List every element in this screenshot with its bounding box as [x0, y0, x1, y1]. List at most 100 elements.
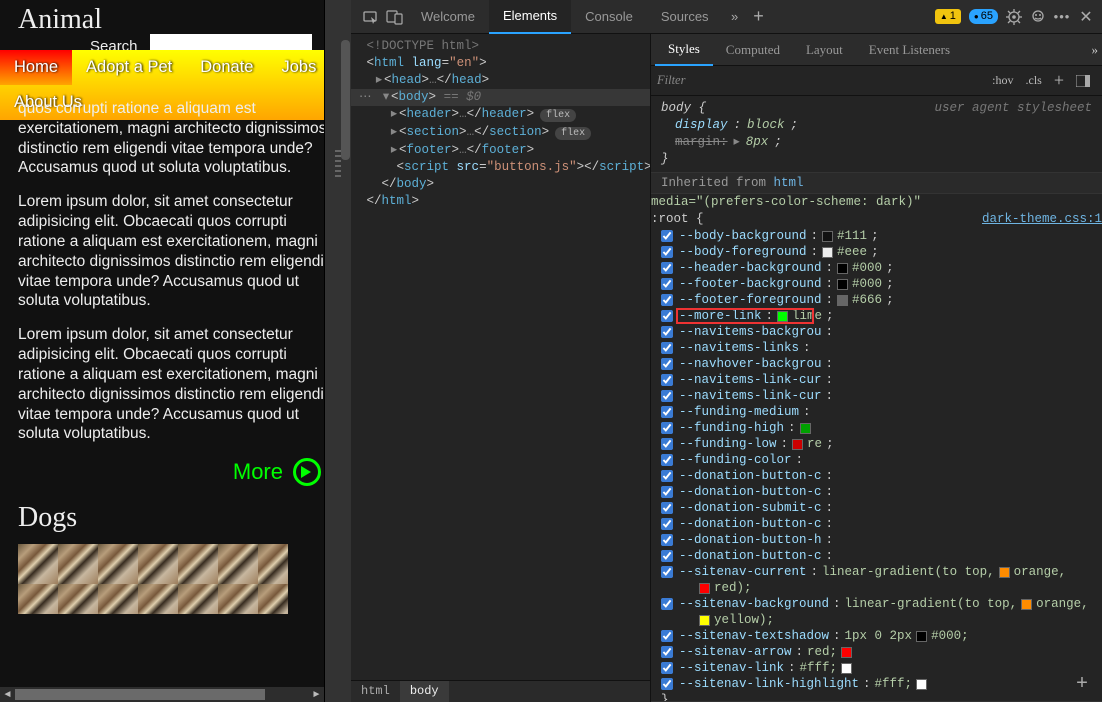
css-declaration[interactable]: --donation-button-h:	[651, 532, 1102, 548]
tab-layout[interactable]: Layout	[793, 34, 856, 66]
toggle-declaration-checkbox[interactable]	[661, 390, 673, 402]
scroll-right-icon[interactable]: ►	[309, 687, 324, 702]
toggle-declaration-checkbox[interactable]	[661, 502, 673, 514]
css-declaration[interactable]: --footer-background: #000;	[651, 276, 1102, 292]
nav-jobs[interactable]: Jobs	[267, 50, 325, 85]
css-declaration[interactable]: --funding-color:	[651, 452, 1102, 468]
toggle-declaration-checkbox[interactable]	[661, 358, 673, 370]
vertical-scrollbar-thumb[interactable]	[341, 40, 350, 160]
nav-donate[interactable]: Donate	[186, 50, 267, 85]
css-declaration[interactable]: --funding-medium:	[651, 404, 1102, 420]
css-declaration[interactable]: --sitenav-link: #fff;	[651, 660, 1102, 676]
root-rule-block[interactable]: media="(prefers-color-scheme: dark)" :ro…	[651, 194, 1102, 702]
css-declaration[interactable]: --donation-button-c:	[651, 516, 1102, 532]
toggle-declaration-checkbox[interactable]	[661, 230, 673, 242]
toggle-declaration-checkbox[interactable]	[661, 374, 673, 386]
toggle-declaration-checkbox[interactable]	[661, 454, 673, 466]
doctype-line[interactable]: <!DOCTYPE html>	[367, 39, 480, 53]
css-declaration[interactable]: --funding-high:	[651, 420, 1102, 436]
toggle-declaration-checkbox[interactable]	[661, 262, 673, 274]
flex-badge[interactable]: flex	[540, 109, 576, 122]
selected-dom-body[interactable]: ⋯ ▾<body> == $0	[351, 89, 650, 106]
toggle-declaration-checkbox[interactable]	[661, 486, 673, 498]
css-declaration[interactable]: --sitenav-background: linear-gradient(to…	[651, 596, 1102, 612]
toggle-declaration-checkbox[interactable]	[661, 342, 673, 354]
css-declaration[interactable]: --navitems-link-cur:	[651, 388, 1102, 404]
nav-adopt[interactable]: Adopt a Pet	[72, 50, 186, 85]
toggle-declaration-checkbox[interactable]	[661, 406, 673, 418]
toggle-declaration-checkbox[interactable]	[661, 678, 673, 690]
cls-toggle[interactable]: .cls	[1020, 73, 1048, 88]
css-declaration[interactable]: yellow);	[651, 612, 1102, 628]
css-declaration[interactable]: --navitems-backgrou:	[651, 324, 1102, 340]
css-declaration[interactable]: --donation-button-c:	[651, 548, 1102, 564]
toggle-declaration-checkbox[interactable]	[661, 630, 673, 642]
tab-computed[interactable]: Computed	[713, 34, 793, 66]
tab-styles[interactable]: Styles	[655, 34, 713, 66]
issues-badge[interactable]: 65	[969, 9, 998, 24]
css-declaration[interactable]: --donation-submit-c:	[651, 500, 1102, 516]
horizontal-scrollbar[interactable]: ◄ ►	[0, 687, 324, 702]
styles-filter-input[interactable]	[657, 73, 986, 88]
toggle-declaration-checkbox[interactable]	[661, 326, 673, 338]
css-declaration[interactable]: --header-background: #000;	[651, 260, 1102, 276]
feedback-icon[interactable]	[1026, 5, 1050, 29]
css-declaration[interactable]: --more-link: lime;	[651, 308, 1102, 324]
menu-icon[interactable]: •••	[1050, 5, 1074, 29]
tab-elements[interactable]: Elements	[489, 0, 571, 34]
tab-welcome[interactable]: Welcome	[407, 0, 489, 34]
more-tabs-icon[interactable]: »	[1092, 42, 1099, 58]
css-declaration[interactable]: --body-background: #111;	[651, 228, 1102, 244]
pane-splitter[interactable]	[325, 0, 351, 702]
toggle-declaration-checkbox[interactable]	[661, 470, 673, 482]
errors-badge[interactable]: 1	[935, 9, 961, 24]
toggle-sidebar-icon[interactable]	[1070, 75, 1096, 87]
toggle-declaration-checkbox[interactable]	[661, 646, 673, 658]
toggle-declaration-checkbox[interactable]	[661, 246, 673, 258]
css-declaration[interactable]: --donation-button-c:	[651, 468, 1102, 484]
css-declaration[interactable]: --funding-low: re;	[651, 436, 1102, 452]
device-toggle-icon[interactable]	[383, 5, 407, 29]
nav-home[interactable]: Home	[0, 50, 72, 85]
css-declaration[interactable]: --navitems-links:	[651, 340, 1102, 356]
breadcrumb-html[interactable]: html	[351, 681, 400, 702]
breadcrumb-body[interactable]: body	[400, 681, 449, 702]
source-link[interactable]: dark-theme.css:1	[982, 211, 1102, 228]
toggle-declaration-checkbox[interactable]	[661, 518, 673, 530]
css-declaration[interactable]: --navhover-backgrou:	[651, 356, 1102, 372]
inspect-icon[interactable]	[359, 5, 383, 29]
more-tabs-icon[interactable]: »	[723, 5, 747, 29]
css-declaration[interactable]: red);	[651, 580, 1102, 596]
css-declaration[interactable]: --donation-button-c:	[651, 484, 1102, 500]
toggle-declaration-checkbox[interactable]	[661, 294, 673, 306]
toggle-declaration-checkbox[interactable]	[661, 534, 673, 546]
toggle-declaration-checkbox[interactable]	[661, 598, 673, 610]
toggle-declaration-checkbox[interactable]	[661, 278, 673, 290]
toggle-declaration-checkbox[interactable]	[661, 550, 673, 562]
toggle-declaration-checkbox[interactable]	[661, 662, 673, 674]
new-tab-icon[interactable]: +	[747, 5, 771, 29]
toggle-declaration-checkbox[interactable]	[661, 438, 673, 450]
css-declaration[interactable]: --sitenav-link-highlight: #fff;	[651, 676, 1102, 692]
inherited-link[interactable]: html	[774, 176, 804, 190]
hov-toggle[interactable]: :hov	[986, 73, 1019, 88]
close-icon[interactable]: ✕	[1074, 5, 1098, 29]
css-declaration[interactable]: --sitenav-arrow: red;	[651, 644, 1102, 660]
toggle-declaration-checkbox[interactable]	[661, 310, 673, 322]
scrollbar-thumb[interactable]	[15, 689, 265, 700]
css-declaration[interactable]: --body-foreground: #eee;	[651, 244, 1102, 260]
body-rule-block[interactable]: body { user agent stylesheet display: bl…	[651, 96, 1102, 173]
css-declaration[interactable]: --sitenav-current: linear-gradient(to to…	[651, 564, 1102, 580]
settings-icon[interactable]	[1002, 5, 1026, 29]
toggle-declaration-checkbox[interactable]	[661, 422, 673, 434]
more-link[interactable]: More	[233, 458, 321, 486]
new-style-icon[interactable]: +	[1048, 70, 1070, 91]
toggle-declaration-checkbox[interactable]	[661, 566, 673, 578]
css-declaration[interactable]: --navitems-link-cur:	[651, 372, 1102, 388]
add-rule-icon[interactable]: +	[1070, 673, 1094, 697]
tab-sources[interactable]: Sources	[647, 0, 723, 34]
css-declaration[interactable]: --footer-foreground: #666;	[651, 292, 1102, 308]
flex-badge[interactable]: flex	[555, 127, 591, 140]
tab-console[interactable]: Console	[571, 0, 647, 34]
css-declaration[interactable]: --sitenav-textshadow: 1px 0 2px #000;	[651, 628, 1102, 644]
